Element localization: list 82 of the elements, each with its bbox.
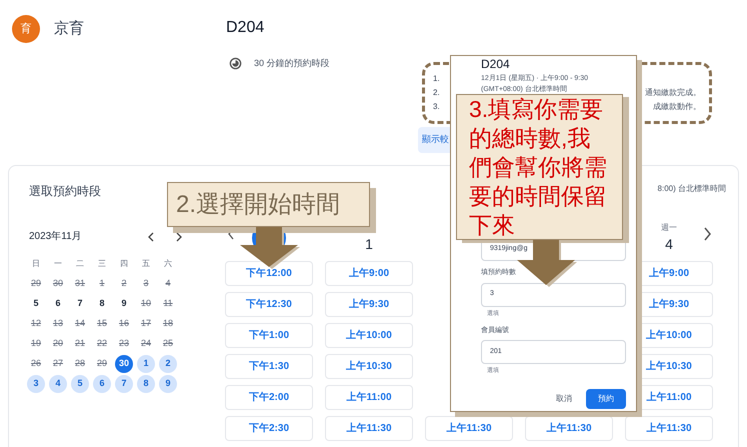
date-number[interactable]: 4 [665, 234, 673, 255]
calendar-day[interactable]: 6 [49, 295, 67, 313]
chevron-left-icon[interactable] [147, 232, 155, 242]
weekday-label: 四 [120, 258, 128, 270]
submit-button[interactable]: 預約 [586, 389, 626, 409]
calendar-day: 28 [71, 355, 89, 373]
calendar-day: 27 [49, 355, 67, 373]
time-slot-button[interactable]: 下午12:30 [225, 292, 313, 317]
calendar-day: 12 [27, 315, 45, 333]
calendar-day: 2 [115, 275, 133, 293]
calendar-day[interactable]: 7 [115, 375, 133, 393]
calendar-day: 21 [71, 335, 89, 353]
list-number: 1. [433, 73, 440, 85]
weekday-label: 三 [98, 258, 106, 270]
calendar-day[interactable]: 7 [71, 295, 89, 313]
calendar-day: 10 [137, 295, 155, 313]
calendar-day[interactable]: 4 [49, 375, 67, 393]
calendar-day: 18 [159, 315, 177, 333]
organization-name: 京育 [54, 19, 84, 39]
calendar-day: 19 [27, 335, 45, 353]
calendar-day: 20 [49, 335, 67, 353]
clock-icon [229, 57, 242, 70]
calendar-day: 24 [137, 335, 155, 353]
calendar-day: 3 [137, 275, 155, 293]
note-text: 通知繳款完成。 [645, 87, 701, 99]
calendar-day[interactable]: 2 [159, 355, 177, 373]
time-slot-button[interactable]: 下午2:00 [225, 385, 313, 410]
duration-text: 30 分鐘的預約時段 [254, 57, 330, 70]
timezone-text: 8:00) 台北標準時間 [658, 183, 726, 195]
calendar-day[interactable]: 9 [159, 375, 177, 393]
time-slot-button[interactable]: 下午1:00 [225, 323, 313, 348]
weekday-label: 週一 [661, 222, 677, 234]
calendar-day: 1 [93, 275, 111, 293]
calendar-day: 30 [49, 275, 67, 293]
cancel-button[interactable]: 取消 [556, 393, 572, 405]
date-number[interactable]: 1 [365, 234, 373, 255]
section-title: 選取預約時段 [29, 183, 102, 200]
calendar-day: 23 [115, 335, 133, 353]
chevron-right-icon[interactable] [175, 232, 183, 242]
calendar-day[interactable]: 1 [137, 355, 155, 373]
weekday-label: 一 [54, 258, 62, 270]
calendar-day[interactable]: 3 [27, 375, 45, 393]
time-slot-button[interactable]: 上午11:30 [325, 416, 413, 441]
calendar-day: 29 [27, 275, 45, 293]
calendar-day[interactable]: 8 [93, 295, 111, 313]
calendar-day: 26 [27, 355, 45, 373]
time-slot-button[interactable]: 上午9:30 [325, 292, 413, 317]
weekday-label: 六 [164, 258, 172, 270]
month-label: 2023年11月 [29, 230, 83, 244]
calendar-day: 22 [93, 335, 111, 353]
dialog-title: D204 [481, 57, 511, 72]
calendar-day: 15 [93, 315, 111, 333]
calendar-day: 13 [49, 315, 67, 333]
time-slot-button[interactable]: 上午10:30 [325, 354, 413, 379]
calendar-day: 25 [159, 335, 177, 353]
calendar-day[interactable]: 9 [115, 295, 133, 313]
calendar-day: 11 [159, 295, 177, 313]
weekday-label: 五 [142, 258, 150, 270]
calendar-day[interactable]: 6 [93, 375, 111, 393]
weekday-label: 二 [76, 258, 84, 270]
time-slot-button[interactable]: 下午1:30 [225, 354, 313, 379]
calendar-day: 29 [93, 355, 111, 373]
calendar-day: 4 [159, 275, 177, 293]
calendar-day[interactable]: 5 [71, 375, 89, 393]
calendar-day: 17 [137, 315, 155, 333]
calendar-day[interactable]: 30 [115, 355, 133, 373]
note-text: 成繳款動作。 [653, 101, 701, 113]
list-number: 2. [433, 87, 440, 99]
time-slot-button[interactable]: 下午2:30 [225, 416, 313, 441]
calendar-day: 16 [115, 315, 133, 333]
time-slot-button[interactable]: 上午11:00 [325, 385, 413, 410]
time-slot-button[interactable]: 上午10:00 [325, 323, 413, 348]
event-title: D204 [226, 18, 266, 38]
list-number: 3. [433, 101, 440, 113]
time-slot-button[interactable]: 上午9:00 [325, 261, 413, 286]
calendar-day[interactable]: 5 [27, 295, 45, 313]
avatar: 育 [12, 15, 40, 43]
calendar-day: 31 [71, 275, 89, 293]
calendar-day: 14 [71, 315, 89, 333]
calendar-day[interactable]: 8 [137, 375, 155, 393]
weekday-label: 日 [32, 258, 40, 270]
chevron-right-icon[interactable] [703, 227, 712, 241]
